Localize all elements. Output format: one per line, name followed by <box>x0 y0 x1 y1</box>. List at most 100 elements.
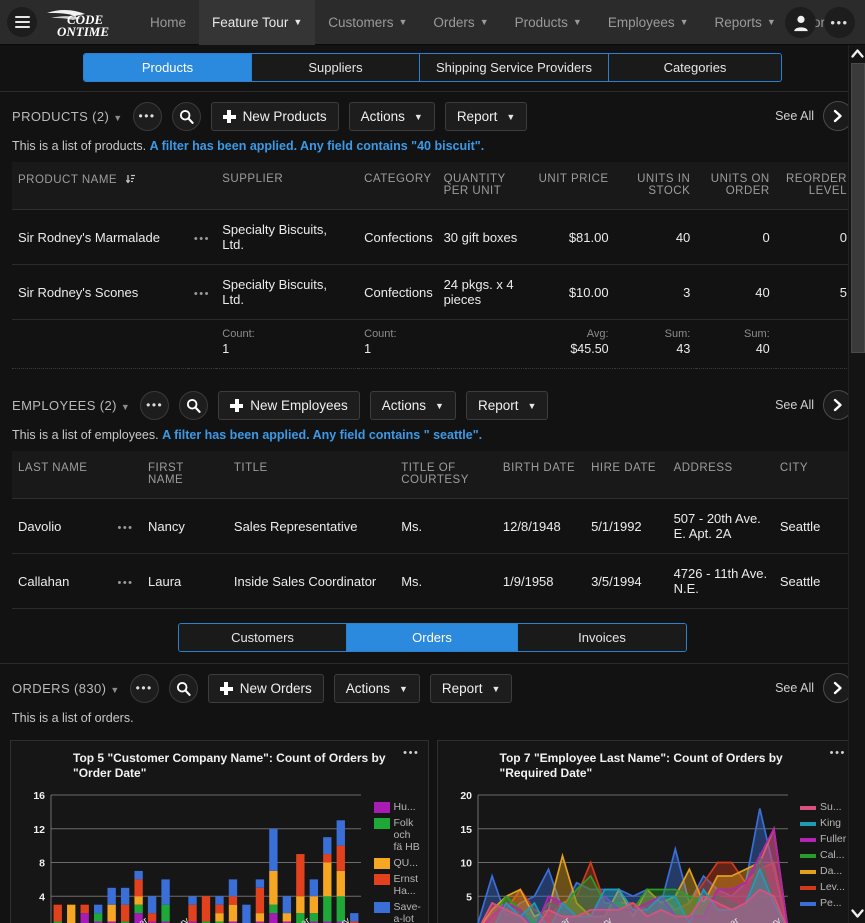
products-filter-text[interactable]: A filter has been applied. Any field con… <box>150 139 485 153</box>
legend-item[interactable]: Su... <box>800 801 848 813</box>
chevron-down-icon: ▼ <box>398 17 408 27</box>
user-account-button[interactable] <box>785 7 816 38</box>
secondary-tabstrip-container: Customers Orders Invoices <box>0 611 865 664</box>
nav-item-products[interactable]: Products ▼ <box>502 0 595 45</box>
nav-item-feature-tour[interactable]: Feature Tour ▼ <box>199 0 316 45</box>
nav-item-home[interactable]: Home <box>137 0 199 45</box>
legend-item[interactable]: QU... <box>373 857 422 869</box>
scroll-down-button[interactable] <box>849 905 865 921</box>
legend-item[interactable]: Folk och fä HB <box>373 817 422 853</box>
products-title[interactable]: PRODUCTS (2) ▼ <box>12 109 123 124</box>
column-city[interactable]: CITY <box>773 451 853 499</box>
employees-context-menu-button[interactable]: ••• <box>140 391 170 420</box>
products-context-menu-button[interactable]: ••• <box>132 102 162 131</box>
column-product-name[interactable]: PRODUCT NAME <box>12 162 217 210</box>
column-last-name[interactable]: LAST NAME <box>12 451 142 499</box>
column-birth-date[interactable]: BIRTH DATE <box>496 451 586 499</box>
nav-item-employees[interactable]: Employees ▼ <box>595 0 702 45</box>
more-options-button[interactable]: ••• <box>824 7 855 38</box>
vertical-scrollbar[interactable] <box>848 45 865 923</box>
chevron-up-icon <box>850 48 864 58</box>
new-products-button[interactable]: New Products <box>210 102 339 131</box>
column-quantity-per-unit[interactable]: QUANTITY PER UNIT <box>437 162 527 210</box>
chart-customer-company-orders[interactable]: ••• Top 5 "Customer Company Name": Count… <box>10 740 429 923</box>
chart-plot-row: 0481216 1996, July1996, October1997, Jan… <box>17 787 422 923</box>
employees-see-all-link[interactable]: See All <box>775 398 814 412</box>
products-see-all-link[interactable]: See All <box>775 109 814 123</box>
legend-item[interactable]: Fuller <box>800 833 848 845</box>
employees-actions-button[interactable]: Actions ▼ <box>369 391 456 420</box>
employees-report-button[interactable]: Report ▼ <box>465 391 549 420</box>
employees-title[interactable]: EMPLOYEES (2) ▼ <box>12 398 130 413</box>
legend-item[interactable]: Hu... <box>373 801 422 813</box>
column-hire-date[interactable]: HIRE DATE <box>585 451 668 499</box>
orders-search-button[interactable] <box>168 674 198 703</box>
column-title[interactable]: TITLE <box>227 451 396 499</box>
legend-swatch <box>373 902 390 913</box>
nav-item-reports[interactable]: Reports ▼ <box>702 0 789 45</box>
legend-item[interactable]: Pe... <box>800 897 848 909</box>
legend-item[interactable]: Cal... <box>800 849 848 861</box>
new-employees-button[interactable]: New Employees <box>218 391 360 420</box>
products-report-button[interactable]: Report ▼ <box>444 102 528 131</box>
tab-categories[interactable]: Categories <box>609 54 781 81</box>
legend-item[interactable]: Da... <box>800 865 848 877</box>
chart-employee-orders[interactable]: ••• Top 7 "Employee Last Name": Count of… <box>436 740 855 923</box>
svg-text:10: 10 <box>460 858 472 870</box>
orders-title[interactable]: ORDERS (830) ▼ <box>12 681 120 696</box>
table-row[interactable]: Sir Rodney's Scones ••• Specialty Biscui… <box>12 264 853 320</box>
hamburger-menu-icon[interactable] <box>7 7 37 37</box>
tab-products[interactable]: Products <box>84 54 252 81</box>
orders-report-button[interactable]: Report ▼ <box>429 674 513 703</box>
cell-first-name: Laura <box>142 553 228 609</box>
scrollbar-thumb[interactable] <box>851 63 865 353</box>
table-row[interactable]: Callahan ••• Laura Inside Sales Coordina… <box>12 553 853 609</box>
chart-menu-button[interactable]: ••• <box>403 747 419 759</box>
cell-title-of-courtesy: Ms. <box>395 553 497 609</box>
code-ontime-logo[interactable]: CODE ONTIME <box>45 5 123 39</box>
products-actions-button[interactable]: Actions ▼ <box>348 102 435 131</box>
chart-menu-button[interactable]: ••• <box>830 747 846 759</box>
tab-invoices[interactable]: Invoices <box>518 624 686 651</box>
nav-item-customers[interactable]: Customers ▼ <box>315 0 420 45</box>
employees-filter-text[interactable]: A filter has been applied. Any field con… <box>162 428 482 442</box>
column-category[interactable]: CATEGORY <box>358 162 438 210</box>
tab-suppliers[interactable]: Suppliers <box>252 54 420 81</box>
tab-customers[interactable]: Customers <box>179 624 347 651</box>
table-row[interactable]: Davolio ••• Nancy Sales Representative M… <box>12 498 853 554</box>
legend-item[interactable]: Save-a-lot Ma... <box>373 901 422 923</box>
column-supplier[interactable]: SUPPLIER <box>216 162 359 210</box>
row-menu-button[interactable]: ••• <box>187 209 217 265</box>
orders-actions-button[interactable]: Actions ▼ <box>333 674 420 703</box>
row-menu-button[interactable]: ••• <box>111 498 142 554</box>
scroll-up-button[interactable] <box>849 45 865 61</box>
column-reorder-level[interactable]: REORDER LEVEL <box>775 162 853 210</box>
cell-reorder-level: 0 <box>775 209 853 265</box>
ellipsis-icon: ••• <box>117 521 134 534</box>
cell-units-on-order: 0 <box>696 209 776 265</box>
table-row[interactable]: Sir Rodney's Marmalade ••• Specialty Bis… <box>12 209 853 265</box>
tab-shipping-service-providers[interactable]: Shipping Service Providers <box>420 54 609 81</box>
products-see-all-group: See All <box>775 101 853 131</box>
legend-item[interactable]: Ernst Ha... <box>373 873 422 897</box>
legend-label: QU... <box>393 857 419 869</box>
legend-item[interactable]: Lev... <box>800 881 848 893</box>
column-title-of-courtesy[interactable]: TITLE OF COURTESY <box>395 451 497 499</box>
column-units-in-stock[interactable]: UNITS IN STOCK <box>614 162 697 210</box>
row-menu-button[interactable]: ••• <box>187 264 217 320</box>
row-menu-button[interactable]: ••• <box>111 553 142 609</box>
new-orders-button[interactable]: New Orders <box>207 674 324 703</box>
legend-item[interactable]: King <box>800 817 848 829</box>
column-units-on-order[interactable]: UNITS ON ORDER <box>696 162 776 210</box>
orders-see-all-link[interactable]: See All <box>775 681 814 695</box>
column-address[interactable]: ADDRESS <box>667 451 774 499</box>
column-unit-price[interactable]: UNIT PRICE <box>526 162 615 210</box>
orders-context-menu-button[interactable]: ••• <box>129 674 159 703</box>
employees-search-button[interactable] <box>179 391 209 420</box>
tab-orders[interactable]: Orders <box>347 624 518 651</box>
chart-plot-row: 05101520 1996, July1996, October1997, Ja… <box>444 787 849 923</box>
column-first-name[interactable]: FIRST NAME <box>142 451 228 499</box>
products-search-button[interactable] <box>171 102 201 131</box>
person-icon <box>793 15 808 31</box>
nav-item-orders[interactable]: Orders ▼ <box>420 0 501 45</box>
